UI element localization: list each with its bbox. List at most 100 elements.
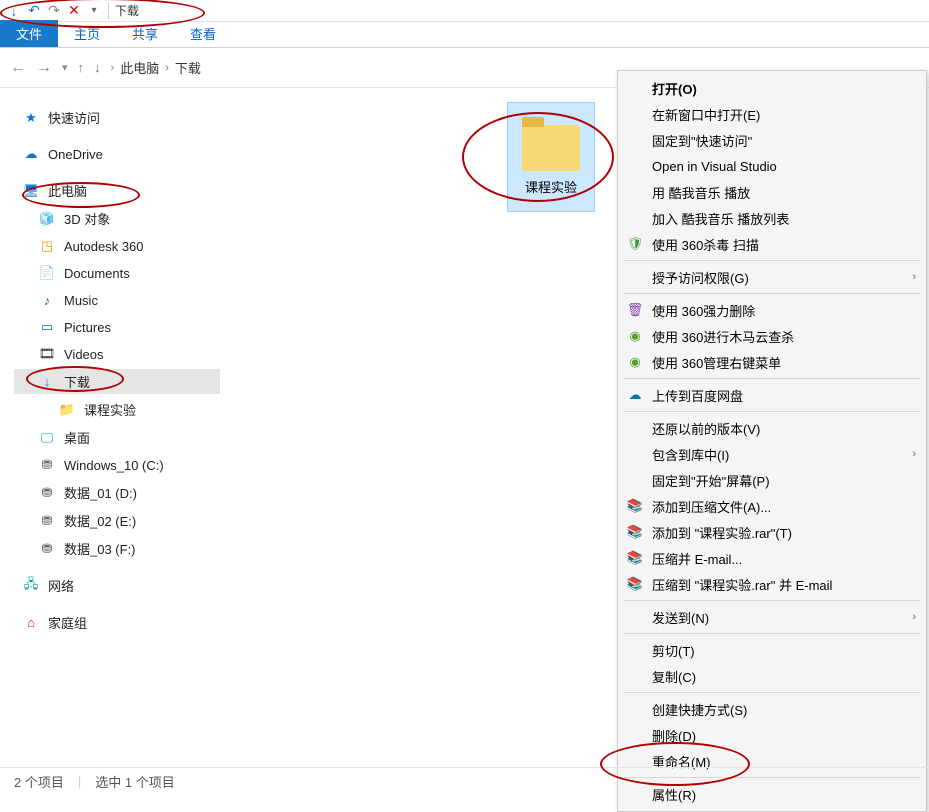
sidebar-3d-objects[interactable]: 🧊3D 对象 (18, 206, 220, 231)
archive-icon: 📚 (626, 575, 644, 593)
ctx-label: 使用 360进行木马云查杀 (652, 327, 794, 346)
sidebar-downloads-child[interactable]: 📁课程实验 (18, 397, 220, 422)
ribbon-view-tab[interactable]: 查看 (174, 20, 232, 47)
qat-separator (108, 3, 109, 19)
download-icon: ↓ (38, 373, 56, 391)
redo-icon[interactable]: ↷ (46, 3, 62, 19)
ctx-360-force-delete[interactable]: 🗑使用 360强力删除 (618, 297, 926, 323)
ctx-separator (624, 600, 920, 601)
ribbon-share-tab[interactable]: 共享 (116, 20, 174, 47)
folder-item[interactable]: 课程实验 (506, 102, 596, 212)
sidebar-desktop[interactable]: 🖵 桌面 (18, 425, 220, 450)
ctx-add-rar[interactable]: 📚添加到 "课程实验.rar"(T) (618, 519, 926, 545)
desktop-icon: 🖵 (38, 429, 56, 447)
status-bar: 2 个项目 | 选中 1 个项目 (0, 767, 929, 795)
ctx-delete[interactable]: 删除(D) (618, 722, 926, 748)
delete-icon[interactable]: ✕ (66, 3, 82, 19)
breadcrumb[interactable]: › 此电脑 › 下载 (111, 58, 201, 77)
ctx-baidu-upload[interactable]: ☁ 上传到百度网盘 (618, 382, 926, 408)
trash-icon: 🗑 (626, 301, 644, 319)
ctx-add-archive[interactable]: 📚添加到压缩文件(A)... (618, 493, 926, 519)
ctx-label: 上传到百度网盘 (652, 386, 743, 405)
ctx-create-shortcut[interactable]: 创建快捷方式(S) (618, 696, 926, 722)
sidebar-drive-f[interactable]: ⛃数据_03 (F:) (18, 536, 220, 561)
ctx-pin-start[interactable]: 固定到"开始"屏幕(P) (618, 467, 926, 493)
music-icon: ♪ (38, 291, 56, 309)
ctx-separator (624, 293, 920, 294)
sidebar-label: Windows_10 (C:) (64, 458, 164, 473)
sidebar-label: 家庭组 (48, 613, 87, 632)
cloud-icon: ☁ (626, 386, 644, 404)
nav-recent-icon[interactable]: ▾ (62, 61, 68, 74)
shield-icon: 🛡 (626, 235, 644, 253)
ctx-360-trojan-scan[interactable]: ◉使用 360进行木马云查杀 (618, 323, 926, 349)
ctx-pin-quick-access[interactable]: 固定到"快速访问" (618, 127, 926, 153)
nav-up-icon[interactable]: ↑ (78, 60, 85, 75)
status-item-count: 2 个项目 (14, 772, 64, 791)
sidebar-homegroup[interactable]: ⌂ 家庭组 (18, 610, 220, 635)
status-selected: 选中 1 个项目 (95, 772, 174, 791)
ctx-include-library[interactable]: 包含到库中(I) › (618, 441, 926, 467)
sidebar-pictures[interactable]: ▭Pictures (18, 315, 220, 339)
ctx-label: 还原以前的版本(V) (652, 419, 760, 438)
ctx-separator (624, 411, 920, 412)
sidebar-documents[interactable]: 📄Documents (18, 261, 220, 285)
crumb-root[interactable]: 此电脑 (120, 58, 159, 77)
ctx-open-new-window[interactable]: 在新窗口中打开(E) (618, 101, 926, 127)
crumb-folder[interactable]: 下载 (175, 58, 201, 77)
ctx-kuwo-add[interactable]: 加入 酷我音乐 播放列表 (618, 205, 926, 231)
homegroup-icon: ⌂ (22, 614, 40, 632)
sidebar-drive-c[interactable]: ⛃ Windows_10 (C:) (18, 453, 220, 477)
sidebar-label: Autodesk 360 (64, 239, 144, 254)
ctx-restore-previous[interactable]: 还原以前的版本(V) (618, 415, 926, 441)
ctx-send-to[interactable]: 发送到(N)› (618, 604, 926, 630)
ctx-label: 使用 360杀毒 扫描 (652, 235, 759, 254)
quick-access-toolbar: ↓ ↶ ↷ ✕ ▾ 下载 (0, 0, 929, 22)
undo-icon[interactable]: ↶ (26, 3, 42, 19)
ctx-label: 包含到库中(I) (652, 445, 729, 464)
sidebar-videos[interactable]: 🎞Videos (18, 342, 220, 366)
nav-forward-icon[interactable]: → (36, 59, 52, 77)
ctx-separator (624, 378, 920, 379)
sidebar-onedrive[interactable]: ☁ OneDrive (18, 142, 220, 166)
sidebar-drive-e[interactable]: ⛃数据_02 (E:) (18, 508, 220, 533)
drive-icon: ⛃ (38, 456, 56, 474)
star-icon: ★ (22, 109, 40, 127)
sidebar-label: 桌面 (64, 428, 90, 447)
ctx-label: 固定到"快速访问" (652, 131, 752, 150)
ctx-label: 删除(D) (652, 726, 696, 745)
sidebar-quick-access[interactable]: ★ 快速访问 (18, 105, 220, 130)
ribbon-file-tab[interactable]: 文件 (0, 20, 58, 47)
drive-icon: ⛃ (38, 512, 56, 530)
location-icon: ↓ (94, 60, 101, 75)
drive-icon: ⛃ (38, 540, 56, 558)
chevron-right-icon: › (912, 448, 916, 460)
ctx-separator (624, 692, 920, 693)
sidebar-this-pc[interactable]: 🖥 此电脑 (18, 178, 220, 203)
sidebar-drive-d[interactable]: ⛃数据_01 (D:) (18, 480, 220, 505)
ctx-cut[interactable]: 剪切(T) (618, 637, 926, 663)
ctx-grant-access[interactable]: 授予访问权限(G)› (618, 264, 926, 290)
sidebar-downloads[interactable]: ↓下载 (14, 369, 220, 394)
ctx-compress-email[interactable]: 📚压缩并 E-mail... (618, 545, 926, 571)
ctx-label: Open in Visual Studio (652, 159, 777, 174)
ribbon-home-tab[interactable]: 主页 (58, 20, 116, 47)
sidebar-label: Documents (64, 266, 130, 281)
qat-download-icon[interactable]: ↓ (6, 3, 22, 19)
sidebar-music[interactable]: ♪Music (18, 288, 220, 312)
sidebar-label: OneDrive (48, 147, 103, 162)
sidebar-network[interactable]: 🖧网络 (18, 573, 220, 598)
sidebar-autodesk[interactable]: ◳Autodesk 360 (18, 234, 220, 258)
ctx-360-scan[interactable]: 🛡 使用 360杀毒 扫描 (618, 231, 926, 257)
ctx-kuwo-play[interactable]: 用 酷我音乐 播放 (618, 179, 926, 205)
ribbon: 文件 主页 共享 查看 (0, 22, 929, 48)
sidebar-label: 快速访问 (48, 108, 100, 127)
ctx-open-visual-studio[interactable]: Open in Visual Studio (618, 153, 926, 179)
ctx-copy[interactable]: 复制(C) (618, 663, 926, 689)
ctx-360-rightmenu[interactable]: ◉使用 360管理右键菜单 (618, 349, 926, 375)
qat-dropdown-icon[interactable]: ▾ (86, 3, 102, 19)
ctx-label: 发送到(N) (652, 608, 709, 627)
nav-back-icon[interactable]: ← (10, 59, 26, 77)
ctx-compress-rar-email[interactable]: 📚压缩到 "课程实验.rar" 并 E-mail (618, 571, 926, 597)
ctx-open[interactable]: 打开(O) (618, 75, 926, 101)
